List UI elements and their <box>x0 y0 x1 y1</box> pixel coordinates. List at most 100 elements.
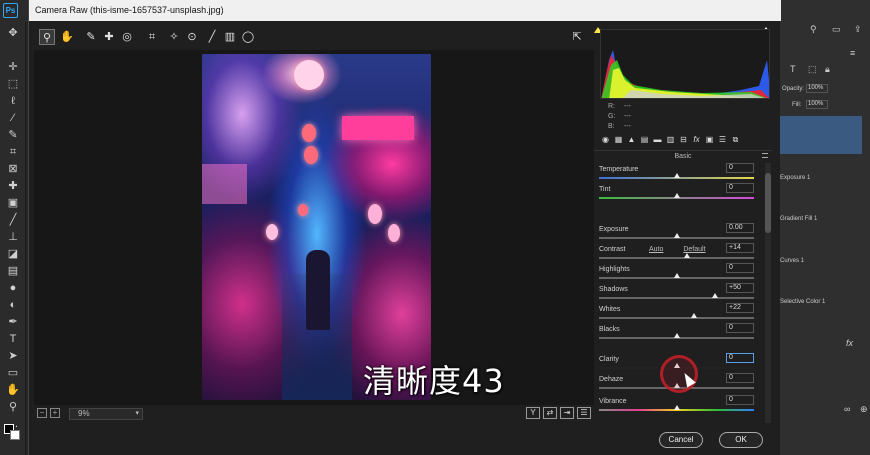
share-icon[interactable]: ⇪ <box>854 24 862 35</box>
detail-tab-icon[interactable]: ▲ <box>626 134 637 145</box>
move-tool-icon[interactable]: ✥ <box>6 26 20 40</box>
lens-tab-icon[interactable]: ▥ <box>665 134 676 145</box>
slider-thumb[interactable] <box>673 333 680 338</box>
dodge-icon[interactable]: ◐ <box>6 298 20 312</box>
healing-brush-icon[interactable]: ✚ <box>6 179 20 193</box>
add-layer-icon[interactable]: ⊕ <box>860 404 868 415</box>
type-filter-icon[interactable]: T <box>790 64 796 74</box>
cancel-button[interactable]: Cancel <box>659 432 703 448</box>
calibration-tab-icon[interactable]: ▣ <box>704 134 715 145</box>
slider-value-input[interactable]: 0 <box>726 263 754 273</box>
slider-value-input[interactable]: 0 <box>726 183 754 193</box>
gradient-icon[interactable]: ▤ <box>6 264 20 278</box>
hand-icon[interactable]: ✋ <box>6 383 20 397</box>
slider-track[interactable] <box>599 297 754 299</box>
zoom-out-icon[interactable]: − <box>37 408 47 418</box>
slider-value-input[interactable]: +50 <box>726 283 754 293</box>
opacity-input[interactable]: 100% <box>806 84 828 93</box>
patch-icon[interactable]: ▣ <box>6 196 20 210</box>
snapshots-tab-icon[interactable]: ⧉ <box>730 134 741 145</box>
radial-filter-icon[interactable]: ◯ <box>240 29 256 45</box>
pen-icon[interactable]: ✒ <box>6 315 20 329</box>
red-eye-icon[interactable]: ⊙ <box>184 29 200 45</box>
presets-tab-icon[interactable]: ☰ <box>717 134 728 145</box>
color-sampler-icon[interactable]: ✚ <box>101 29 117 45</box>
background-color-swatch[interactable] <box>10 430 20 440</box>
lock-icon[interactable]: 🔒︎ <box>825 64 830 75</box>
slider-value-input[interactable]: 0 <box>726 373 754 383</box>
eyedropper-icon[interactable]: ✎ <box>6 128 20 142</box>
graduated-filter-icon[interactable]: ▥ <box>222 29 238 45</box>
before-after-y-icon[interactable]: Y <box>526 407 540 419</box>
zoom-tool-icon[interactable]: ⚲ <box>6 400 20 414</box>
link-layers-icon[interactable]: ∞ <box>844 404 850 414</box>
slider-thumb[interactable] <box>712 293 719 298</box>
slider-value-input[interactable]: 0 <box>726 395 754 405</box>
path-selection-icon[interactable]: ➤ <box>6 349 20 363</box>
fill-input[interactable]: 100% <box>806 100 828 109</box>
slider-track[interactable] <box>599 317 754 319</box>
auto-link[interactable]: Auto <box>649 246 663 253</box>
slider-thumb[interactable] <box>673 233 680 238</box>
image-preview-area[interactable] <box>34 50 594 405</box>
adjustment-brush-icon[interactable]: ╱ <box>204 29 220 45</box>
panel-menu-icon[interactable] <box>762 153 768 158</box>
basic-tab-icon[interactable]: ◉ <box>600 134 611 145</box>
shape-filter-icon[interactable]: ⬚ <box>808 64 817 75</box>
fx-icon[interactable]: fx <box>846 338 853 348</box>
clone-stamp-icon[interactable]: ⊥ <box>6 230 20 244</box>
slider-value-input[interactable]: 0 <box>726 163 754 173</box>
layer-name[interactable]: Selective Color 1 <box>780 299 825 305</box>
move-icon[interactable]: ✛ <box>6 60 20 74</box>
slider-thumb[interactable] <box>690 313 697 318</box>
spot-removal-icon[interactable]: ✧ <box>166 29 182 45</box>
slider-thumb[interactable] <box>673 193 680 198</box>
frame-icon[interactable]: ⊠ <box>6 162 20 176</box>
preview-settings-icon[interactable]: ☰ <box>577 407 591 419</box>
white-balance-icon[interactable]: ✎ <box>83 29 99 45</box>
zoom-in-icon[interactable]: + <box>50 408 60 418</box>
slider-value-input[interactable]: +22 <box>726 303 754 313</box>
workspace-icon[interactable]: ▭ <box>832 24 841 35</box>
open-preferences-icon[interactable]: ⇱ <box>569 29 585 45</box>
hand-tool-icon[interactable]: ✋ <box>59 29 75 45</box>
marquee-icon[interactable]: ⬚ <box>6 77 20 91</box>
transform-tab-icon[interactable]: ⊟ <box>678 134 689 145</box>
layer-name[interactable]: Gradient Fill 1 <box>780 216 817 222</box>
panel-menu-icon[interactable]: ≡ <box>850 48 855 58</box>
shape-icon[interactable]: ▭ <box>6 366 20 380</box>
selected-layer-row[interactable] <box>780 116 862 154</box>
effects-tab-icon[interactable]: fx <box>691 134 702 145</box>
scrollbar-thumb[interactable] <box>765 173 771 233</box>
slider-thumb[interactable] <box>673 173 680 178</box>
slider-thumb[interactable] <box>673 405 680 410</box>
slider-value-input[interactable]: 0 <box>726 323 754 333</box>
slider-thumb[interactable] <box>673 273 680 278</box>
ok-button[interactable]: OK <box>719 432 763 448</box>
slider-value-input[interactable]: 0.00 <box>726 223 754 233</box>
slider-value-input[interactable]: +14 <box>726 243 754 253</box>
layer-name[interactable]: Exposure 1 <box>780 175 810 181</box>
lasso-icon[interactable]: ℓ <box>6 94 20 108</box>
hsl-tab-icon[interactable]: ▤ <box>639 134 650 145</box>
default-link[interactable]: Default <box>683 246 705 253</box>
magic-wand-icon[interactable]: ⁄ <box>6 111 20 125</box>
targeted-adjustment-icon[interactable]: ◎ <box>119 29 135 45</box>
search-icon[interactable]: ⚲ <box>810 24 817 35</box>
copy-settings-icon[interactable]: ⇥ <box>560 407 574 419</box>
split-toning-tab-icon[interactable]: ▬ <box>652 134 663 145</box>
crop-tool-icon[interactable]: ⌗ <box>144 29 160 45</box>
layer-name[interactable]: Curves 1 <box>780 258 804 264</box>
brush-icon[interactable]: ╱ <box>6 213 20 227</box>
eraser-icon[interactable]: ◪ <box>6 247 20 261</box>
panel-scrollbar[interactable] <box>765 163 771 423</box>
tone-curve-tab-icon[interactable]: ▦ <box>613 134 624 145</box>
type-tool-icon[interactable]: T <box>6 332 20 346</box>
zoom-tool-icon[interactable]: ⚲ <box>39 29 55 45</box>
swap-icon[interactable]: ⇄ <box>543 407 557 419</box>
slider-thumb[interactable] <box>684 253 691 258</box>
slider-track[interactable] <box>599 257 754 259</box>
zoom-level-select[interactable]: 9% ▾ <box>69 408 143 420</box>
crop-icon[interactable]: ⌗ <box>6 145 20 159</box>
blur-icon[interactable]: ● <box>6 281 20 295</box>
